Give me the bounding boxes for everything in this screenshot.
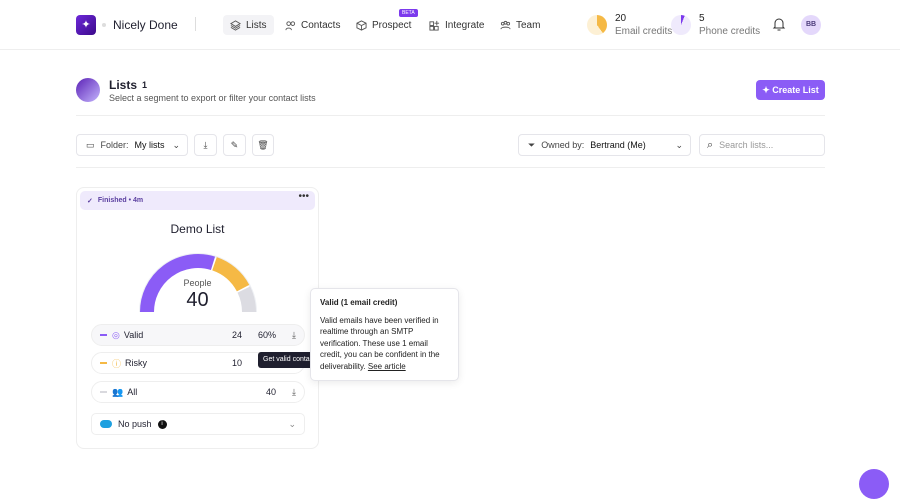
owner-select[interactable]: ⏷ Owned by: Bertrand (Me) ⌄ bbox=[518, 134, 691, 156]
users-icon bbox=[285, 20, 296, 30]
filter-icon: ⏷ bbox=[528, 139, 536, 150]
status-bar: ✓ Finished • 4m bbox=[80, 191, 315, 210]
credit-label: Email credits bbox=[615, 26, 673, 37]
owner-value: Bertrand (Me) bbox=[590, 140, 646, 150]
segment-count: 40 bbox=[265, 387, 276, 397]
legend-swatch bbox=[100, 391, 107, 393]
divider bbox=[76, 115, 825, 116]
segment-label: Risky bbox=[125, 358, 148, 368]
phone-credits-pie-icon bbox=[671, 15, 691, 35]
nav-label: Integrate bbox=[445, 19, 485, 31]
trash-icon: 🗑 bbox=[257, 139, 269, 150]
folder-value: My lists bbox=[134, 140, 165, 150]
download-icon: ⤓ bbox=[203, 139, 208, 150]
page-subtitle: Select a segment to export or filter you… bbox=[109, 93, 316, 103]
bell-icon[interactable] bbox=[772, 17, 786, 32]
chevron-down-icon: ⌄ bbox=[675, 139, 683, 150]
chevron-down-icon: ⌄ bbox=[288, 418, 296, 429]
page-title: Lists bbox=[109, 78, 138, 92]
nav-contacts[interactable]: Contacts bbox=[278, 15, 347, 35]
grid-plus-icon bbox=[429, 20, 440, 31]
tooltip: Get valid contacts bbox=[258, 352, 313, 368]
nav-label: Team bbox=[516, 19, 541, 31]
push-label: No push bbox=[118, 419, 152, 429]
search-input[interactable]: ⌕ Search lists... bbox=[699, 134, 825, 156]
separator-dot bbox=[102, 23, 106, 27]
app-logo[interactable]: ✦ bbox=[76, 15, 96, 35]
credit-value: 5 bbox=[699, 13, 705, 24]
push-select[interactable]: No push i ⌄ bbox=[91, 413, 305, 435]
email-credits[interactable]: 20 Email credits bbox=[587, 13, 672, 37]
divider bbox=[76, 167, 825, 168]
pencil-icon: ✎ bbox=[230, 139, 239, 150]
segment-count: 10 bbox=[231, 358, 242, 368]
folder-icon: ▭ bbox=[86, 139, 95, 150]
segment-label: Valid bbox=[123, 330, 144, 340]
nav-label: Lists bbox=[246, 19, 267, 31]
info-popover: Valid (1 email credit) Valid emails have… bbox=[310, 288, 459, 381]
email-credits-pie-icon bbox=[587, 15, 607, 35]
create-list-label: Create List bbox=[772, 85, 819, 95]
popover-title: Valid (1 email credit) bbox=[320, 298, 398, 307]
delete-button[interactable]: 🗑 bbox=[252, 134, 274, 156]
legend-swatch bbox=[100, 334, 107, 336]
people-label: People bbox=[183, 278, 212, 288]
download-button[interactable]: ⤓ bbox=[194, 134, 217, 156]
nav-lists[interactable]: Lists bbox=[223, 15, 274, 35]
legend-swatch bbox=[100, 362, 107, 364]
create-list-button[interactable]: ✦ Create List bbox=[756, 80, 825, 100]
download-icon[interactable]: ⤓ bbox=[292, 387, 296, 398]
segment-percent: 60% bbox=[257, 330, 276, 340]
download-icon[interactable]: ⤓ bbox=[292, 330, 296, 341]
people-count: 40 bbox=[186, 289, 209, 311]
folder-select[interactable]: ▭ Folder: My lists ⌄ bbox=[76, 134, 188, 156]
search-placeholder: Search lists... bbox=[719, 140, 774, 150]
folder-label: Folder: bbox=[100, 140, 129, 150]
credit-value: 20 bbox=[615, 13, 627, 24]
top-bar: ✦ Nicely Done Lists Contacts Prospect BE… bbox=[0, 0, 900, 50]
nav-prospect[interactable]: Prospect bbox=[349, 15, 418, 35]
warning-circle-icon: ⓘ bbox=[112, 358, 122, 369]
check-icon: ✓ bbox=[87, 197, 93, 205]
chevron-down-icon: ⌄ bbox=[172, 139, 180, 150]
nav-team[interactable]: Team bbox=[493, 15, 547, 35]
team-icon: 👥 bbox=[112, 386, 124, 397]
workspace-name[interactable]: Nicely Done bbox=[113, 18, 178, 32]
salesforce-icon bbox=[100, 420, 112, 428]
segment-count: 24 bbox=[231, 330, 242, 340]
chat-button[interactable] bbox=[859, 469, 889, 499]
segment-row-all[interactable]: 👥 All 40 ⤓ bbox=[91, 381, 305, 403]
more-options-icon[interactable]: ••• bbox=[298, 191, 309, 202]
team-icon bbox=[500, 20, 511, 29]
info-icon[interactable]: i bbox=[157, 419, 167, 429]
beta-badge: BETA bbox=[399, 9, 418, 17]
layers-icon bbox=[230, 19, 241, 31]
nav-label: Contacts bbox=[301, 19, 341, 31]
lists-icon bbox=[76, 78, 100, 102]
credit-label: Phone credits bbox=[699, 26, 761, 37]
edit-button[interactable]: ✎ bbox=[223, 134, 246, 156]
owner-label: Owned by: bbox=[541, 140, 585, 150]
cube-icon bbox=[356, 19, 367, 31]
see-article-link[interactable]: See article bbox=[368, 362, 406, 371]
nav-label: Prospect bbox=[372, 19, 412, 31]
nav-integrate[interactable]: Integrate bbox=[422, 15, 491, 35]
segment-row-valid[interactable]: ◎ Valid 24 60% ⤓ bbox=[91, 324, 305, 346]
list-title: Demo List bbox=[170, 222, 225, 236]
avatar[interactable]: BB bbox=[801, 15, 821, 35]
list-count: 1 bbox=[142, 80, 148, 90]
list-card[interactable]: ✓ Finished • 4m ••• Demo List People 40 ◎… bbox=[76, 187, 319, 449]
segment-label: All bbox=[127, 387, 138, 397]
check-circle-icon: ◎ bbox=[112, 329, 120, 340]
status-text: Finished • 4m bbox=[97, 197, 144, 204]
divider bbox=[195, 17, 196, 31]
phone-credits[interactable]: 5 Phone credits bbox=[671, 13, 760, 37]
search-icon: ⌕ bbox=[707, 138, 714, 151]
